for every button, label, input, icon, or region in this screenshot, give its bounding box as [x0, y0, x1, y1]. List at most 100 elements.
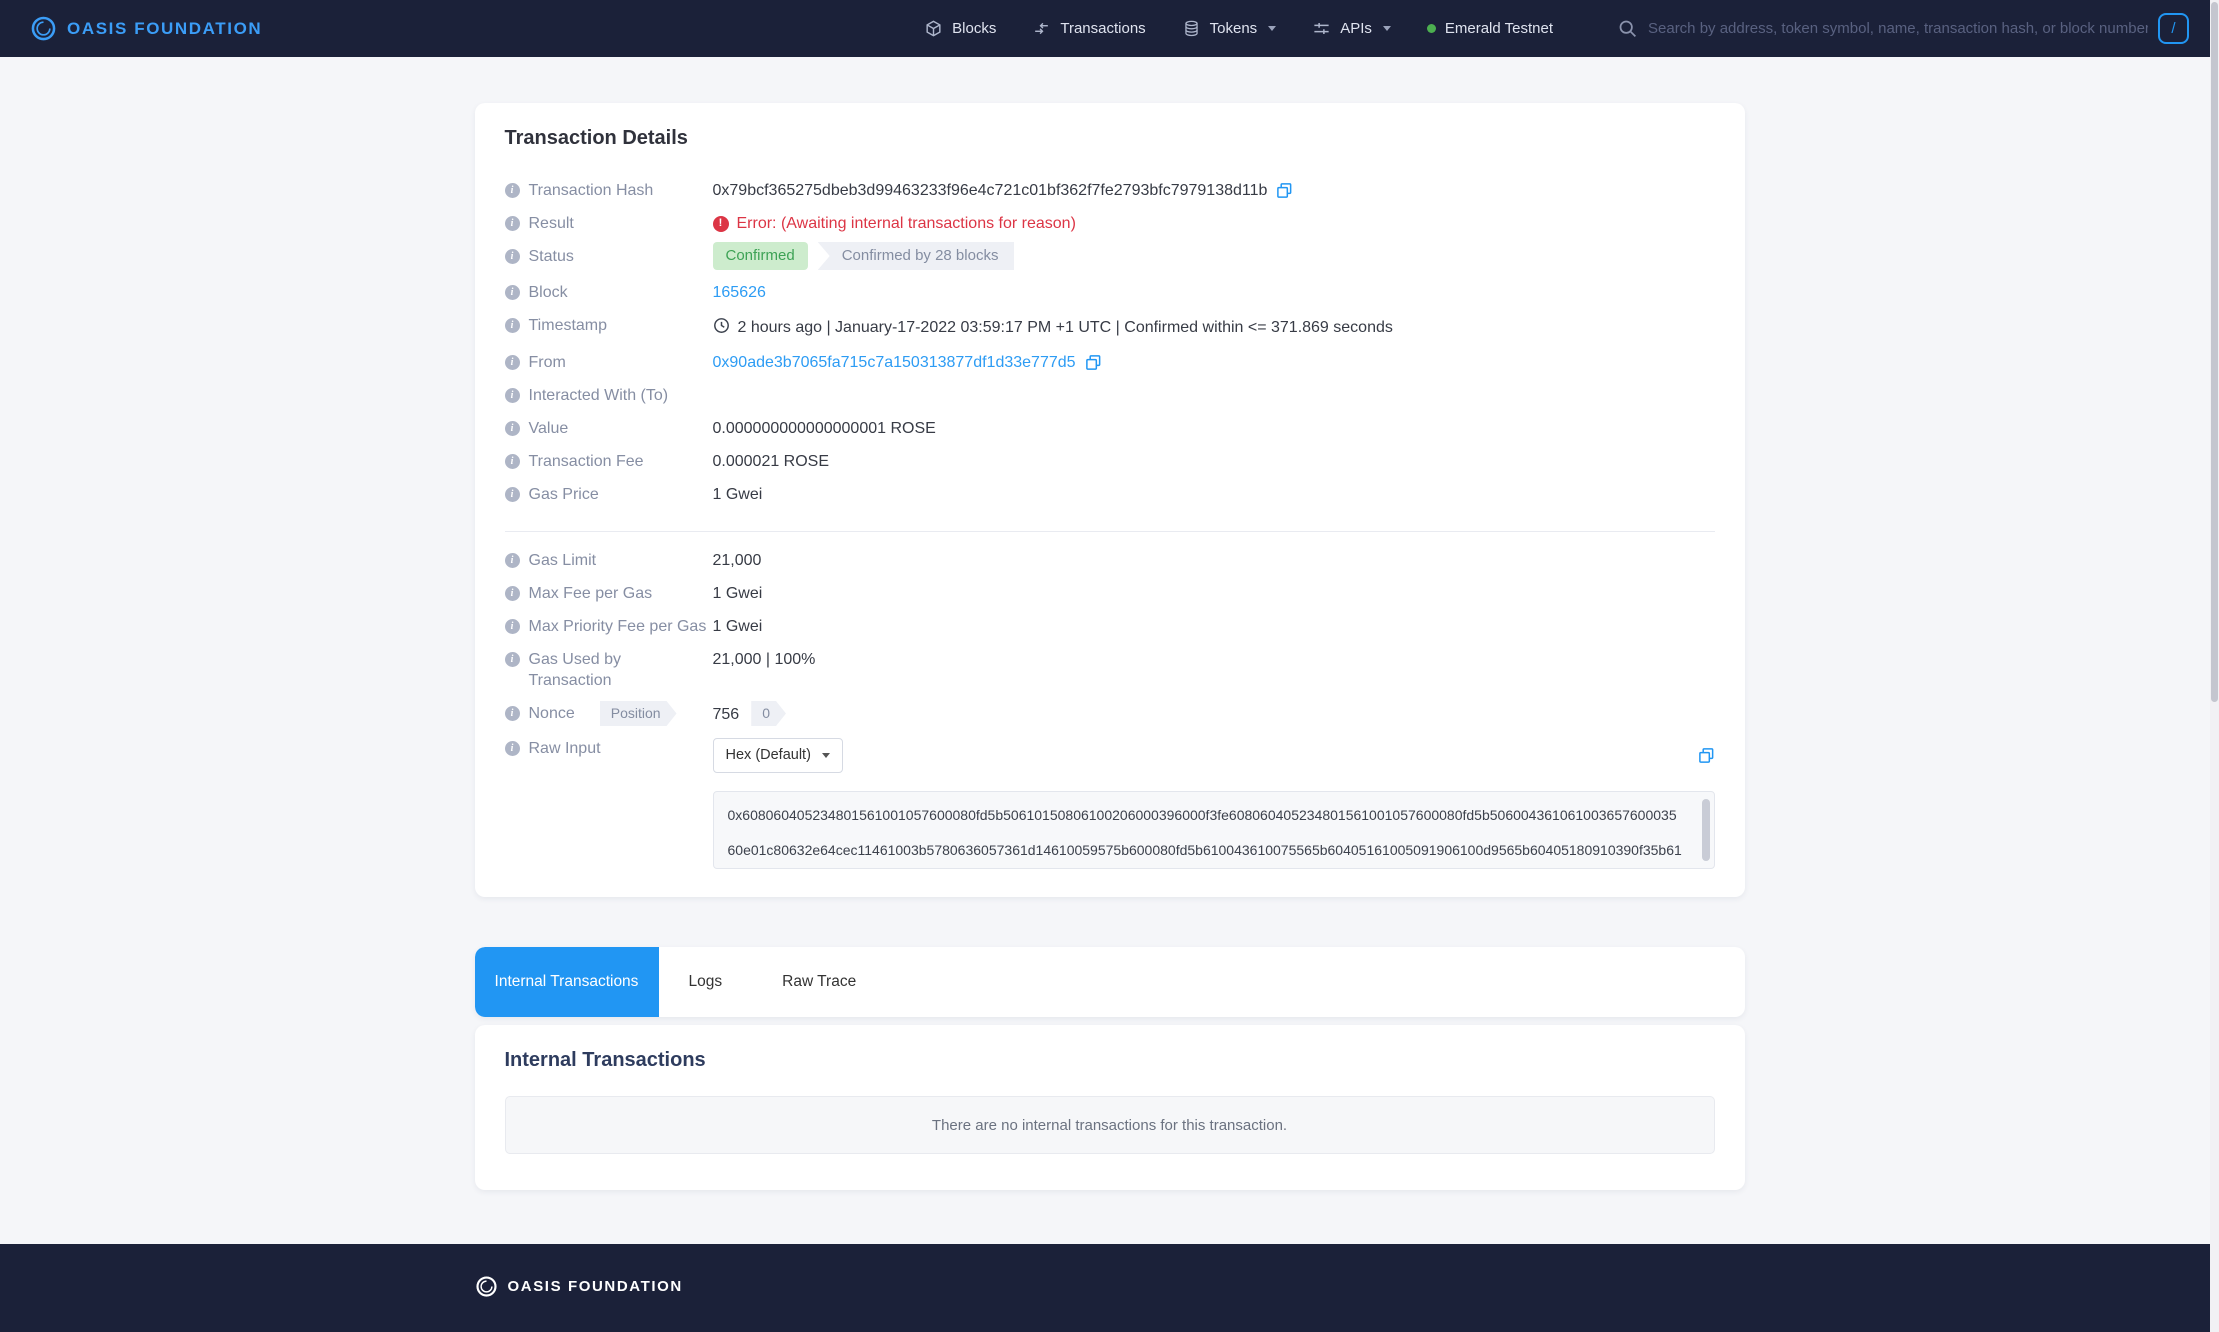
tab-internal-transactions[interactable]: Internal Transactions: [475, 947, 659, 1017]
info-icon[interactable]: i: [505, 454, 520, 469]
info-icon[interactable]: i: [505, 183, 520, 198]
nav-item-label: Blocks: [952, 20, 996, 37]
row-label: Gas Price: [529, 484, 605, 505]
from-address-link[interactable]: 0x90ade3b7065fa715c7a150313877df1d33e777…: [713, 352, 1076, 373]
info-icon[interactable]: i: [505, 318, 520, 333]
info-icon[interactable]: i: [505, 421, 520, 436]
nav-item-network[interactable]: Emerald Testnet: [1427, 20, 1553, 37]
block-number-link[interactable]: 165626: [713, 282, 766, 303]
position-badge: Position: [600, 701, 677, 726]
row-gas-price: i Gas Price 1 Gwei: [505, 484, 1715, 505]
row-interacted-with: i Interacted With (To): [505, 385, 1715, 406]
nav-item-transactions[interactable]: Transactions: [1032, 19, 1145, 38]
row-max-priority-fee: i Max Priority Fee per Gas 1 Gwei: [505, 616, 1715, 637]
raw-input-encoding-value: Hex (Default): [726, 745, 811, 766]
row-nonce: i Nonce Position 756 0: [505, 703, 1715, 726]
info-icon[interactable]: i: [505, 285, 520, 300]
info-icon[interactable]: i: [505, 619, 520, 634]
row-label: Timestamp: [529, 315, 614, 336]
row-gas-limit: i Gas Limit 21,000: [505, 550, 1715, 571]
raw-input-scrollbar[interactable]: [1702, 799, 1710, 861]
search-input[interactable]: [1648, 20, 2148, 37]
nav-item-blocks[interactable]: Blocks: [924, 19, 996, 38]
internal-transactions-card: Internal Transactions There are no inter…: [475, 1025, 1745, 1190]
search-bar: /: [1617, 13, 2189, 44]
row-label: Max Priority Fee per Gas: [529, 616, 713, 637]
info-icon[interactable]: i: [505, 652, 520, 667]
raw-input-textarea[interactable]: 0x608060405234801561001057600080fd5b5061…: [713, 791, 1715, 869]
empty-state-message: There are no internal transactions for t…: [932, 1117, 1287, 1134]
row-label: Block: [529, 282, 574, 303]
info-icon[interactable]: i: [505, 216, 520, 231]
row-label: Value: [529, 418, 575, 439]
nav-item-label: Emerald Testnet: [1445, 20, 1553, 37]
copy-from-address-button[interactable]: [1085, 354, 1102, 371]
max-priority-fee-value: 1 Gwei: [713, 616, 1715, 637]
nav-item-label: APIs: [1340, 20, 1372, 37]
row-block: i Block 165626: [505, 282, 1715, 303]
tab-raw-trace[interactable]: Raw Trace: [752, 947, 886, 1017]
row-label: Interacted With (To): [529, 385, 675, 406]
nav-menu: Blocks Transactions Tokens APIs: [924, 13, 2189, 44]
footer-brand-name: OASIS FOUNDATION: [508, 1278, 683, 1295]
brand-logo[interactable]: OASIS FOUNDATION: [30, 15, 262, 42]
transaction-details-card: Transaction Details i Transaction Hash 0…: [475, 103, 1745, 897]
row-label: Transaction Fee: [529, 451, 650, 472]
page-title: Transaction Details: [505, 127, 1715, 150]
gas-limit-value: 21,000: [713, 550, 1715, 571]
row-label: Status: [529, 246, 580, 267]
row-label: From: [529, 352, 572, 373]
row-label: Nonce: [529, 703, 581, 724]
row-raw-input: i Raw Input Hex (Default): [505, 738, 1715, 869]
chevron-down-icon: [1383, 26, 1391, 31]
info-icon[interactable]: i: [505, 249, 520, 264]
raw-input-encoding-select[interactable]: Hex (Default): [713, 738, 843, 773]
row-transaction-fee: i Transaction Fee 0.000021 ROSE: [505, 451, 1715, 472]
nav-item-label: Transactions: [1060, 20, 1145, 37]
nav-item-tokens[interactable]: Tokens: [1182, 19, 1277, 38]
oasis-logo-icon: [30, 15, 57, 42]
row-max-fee: i Max Fee per Gas 1 Gwei: [505, 583, 1715, 604]
info-icon[interactable]: i: [505, 355, 520, 370]
result-error-text: Error: (Awaiting internal transactions f…: [737, 213, 1076, 234]
sliders-icon: [1312, 19, 1331, 38]
cube-icon: [924, 19, 943, 38]
section-title: Internal Transactions: [505, 1049, 1715, 1072]
copy-raw-input-button[interactable]: [1698, 747, 1715, 764]
row-label: Result: [529, 213, 580, 234]
page-footer: OASIS FOUNDATION: [0, 1244, 2219, 1332]
page-scrollbar-track: [2210, 0, 2219, 1332]
info-icon[interactable]: i: [505, 388, 520, 403]
nonce-value: 756: [713, 704, 740, 725]
row-label: Raw Input: [529, 738, 607, 759]
info-icon[interactable]: i: [505, 553, 520, 568]
tab-logs[interactable]: Logs: [659, 947, 753, 1017]
network-status-dot: [1427, 24, 1436, 33]
nav-item-apis[interactable]: APIs: [1312, 19, 1391, 38]
info-icon[interactable]: i: [505, 586, 520, 601]
row-gas-used: i Gas Used by Transaction 21,000 | 100%: [505, 649, 1715, 691]
search-icon: [1617, 18, 1638, 39]
timestamp-value: 2 hours ago | January-17-2022 03:59:17 P…: [738, 317, 1393, 338]
transaction-hash-value: 0x79bcf365275dbeb3d99463233f96e4c721c01b…: [713, 180, 1268, 201]
gas-price-value: 1 Gwei: [713, 484, 1715, 505]
copy-hash-button[interactable]: [1276, 182, 1293, 199]
row-label: Gas Limit: [529, 550, 603, 571]
info-icon[interactable]: i: [505, 706, 520, 721]
transaction-fee-value: 0.000021 ROSE: [713, 451, 1715, 472]
oasis-logo-icon: [475, 1275, 498, 1298]
row-label: Gas Used by Transaction: [529, 649, 713, 691]
copy-icon: [1276, 182, 1293, 199]
page-scrollbar-thumb[interactable]: [2211, 2, 2218, 702]
exchange-arrows-icon: [1032, 19, 1051, 38]
section-divider: [505, 531, 1715, 532]
gas-used-value: 21,000 | 100%: [713, 649, 1715, 670]
page-content: Transaction Details i Transaction Hash 0…: [475, 103, 1745, 1190]
chevron-down-icon: [822, 753, 830, 758]
top-navbar: OASIS FOUNDATION Blocks Transactions Tok…: [0, 0, 2219, 57]
footer-brand-logo[interactable]: OASIS FOUNDATION: [475, 1275, 1745, 1298]
row-from: i From 0x90ade3b7065fa715c7a150313877df1…: [505, 352, 1715, 373]
search-shortcut-key: /: [2158, 13, 2189, 44]
info-icon[interactable]: i: [505, 487, 520, 502]
info-icon[interactable]: i: [505, 741, 520, 756]
